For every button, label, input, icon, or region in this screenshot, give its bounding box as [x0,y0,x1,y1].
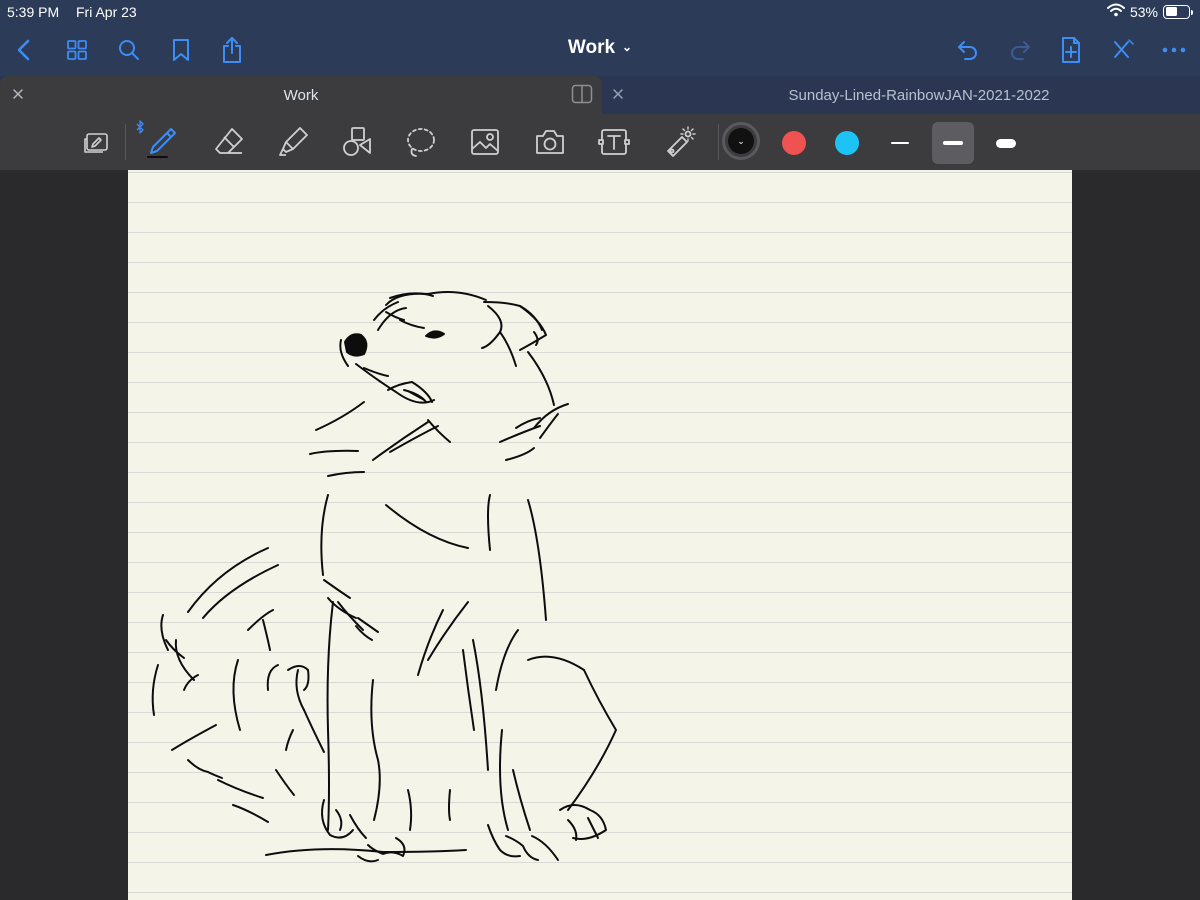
text-icon[interactable] [594,122,634,162]
laser-pointer-icon[interactable] [659,122,699,162]
tool-bar: ⌄ [0,114,1200,170]
tab-sunday-lined[interactable]: Sunday-Lined-RainbowJAN-2021-2022 [602,76,1200,114]
share-icon[interactable] [216,34,248,66]
status-indicators: 53% [1106,3,1193,20]
more-icon[interactable] [1158,34,1190,66]
shapes-icon[interactable] [337,122,377,162]
status-bar: 5:39 PM Fri Apr 23 53% [0,0,1200,24]
nav-bar: Work ⌄ [0,24,1200,76]
close-tab-icon[interactable] [608,84,628,104]
tab-label: Work [283,87,319,104]
close-pen-icon[interactable] [1107,34,1139,66]
lined-paper-page[interactable] [128,170,1072,900]
chevron-down-icon: ⌄ [622,40,633,54]
read-mode-icon[interactable] [77,122,117,162]
stroke-width-thick[interactable] [985,122,1027,164]
stroke-width-thin[interactable] [879,122,921,164]
chevron-down-icon: ⌄ [728,128,754,154]
wifi-icon [1106,3,1125,20]
tab-label: Sunday-Lined-RainbowJAN-2021-2022 [788,87,1050,104]
battery-icon [1163,4,1193,19]
add-page-icon[interactable] [1055,34,1087,66]
stroke-width-medium[interactable] [932,122,974,164]
camera-icon[interactable] [530,122,570,162]
lasso-icon[interactable] [401,122,441,162]
split-view-icon[interactable] [571,84,593,104]
tab-work[interactable]: Work [0,76,602,114]
dog-sketch-drawing [151,291,617,863]
undo-icon[interactable] [952,34,984,66]
back-chevron-icon[interactable] [8,34,40,66]
grid-icon[interactable] [61,34,93,66]
status-date: Fri Apr 23 [76,4,137,20]
eraser-icon[interactable] [209,122,249,162]
redo-icon[interactable] [1004,34,1036,66]
color-red[interactable] [782,131,806,155]
status-time: 5:39 PM [7,4,60,20]
bookmark-icon[interactable] [165,34,197,66]
battery-percent: 53% [1129,3,1158,20]
document-title-button[interactable]: Work ⌄ [568,37,632,58]
goodnotes-app: 5:39 PM Fri Apr 23 53% Work ⌄ Work Sunda… [0,0,1200,900]
color-cyan[interactable] [835,131,859,155]
image-icon[interactable] [465,122,505,162]
search-icon[interactable] [113,34,145,66]
highlighter-icon[interactable] [273,122,313,162]
tab-bar: Work Sunday-Lined-RainbowJAN-2021-2022 [0,76,1200,114]
pen-icon[interactable] [142,122,182,162]
color-black-selected[interactable]: ⌄ [722,122,760,160]
battery-level-fill [1165,7,1178,16]
canvas-area [0,170,1200,900]
